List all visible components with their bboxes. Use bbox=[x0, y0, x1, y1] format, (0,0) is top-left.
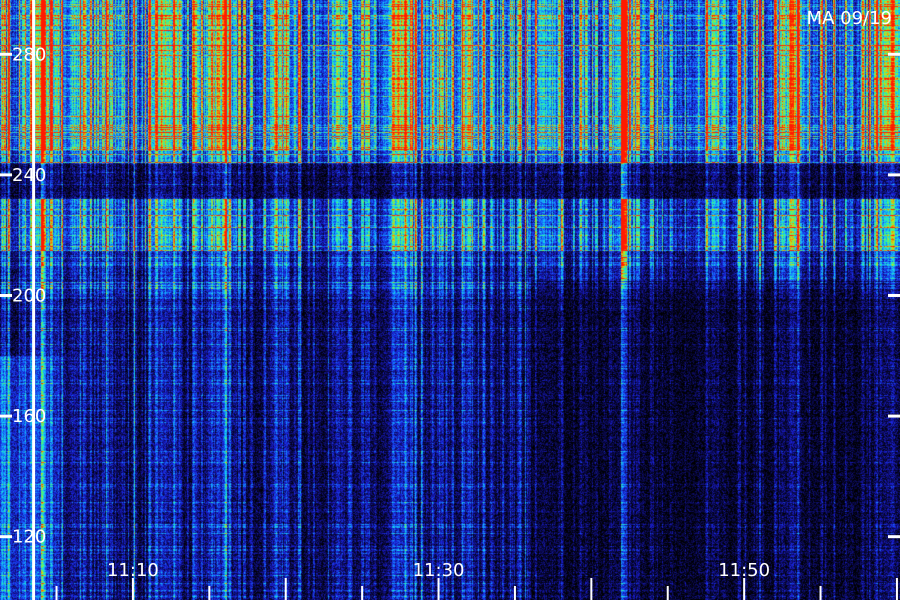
y-axis-ticks: 120 160 200 240 280 bbox=[0, 44, 900, 548]
x-tick-label: 11:50 bbox=[718, 560, 770, 581]
x-tick-label: 11:30 bbox=[413, 560, 465, 581]
y-tick-label: 120 bbox=[12, 527, 46, 548]
y-tick-label: 280 bbox=[12, 44, 46, 65]
spectrogram-axes: 120 160 200 240 280 11:10 11:30 11:50 MA 09/19 bbox=[0, 0, 900, 600]
x-axis-ticks: 11:10 11:30 11:50 bbox=[55, 560, 898, 600]
station-date-stamp: MA 09/19 bbox=[807, 8, 892, 29]
y-tick-label: 200 bbox=[12, 285, 46, 306]
y-tick-label: 160 bbox=[12, 406, 46, 427]
x-tick-label: 11:10 bbox=[107, 560, 159, 581]
y-tick-label: 240 bbox=[12, 165, 46, 186]
